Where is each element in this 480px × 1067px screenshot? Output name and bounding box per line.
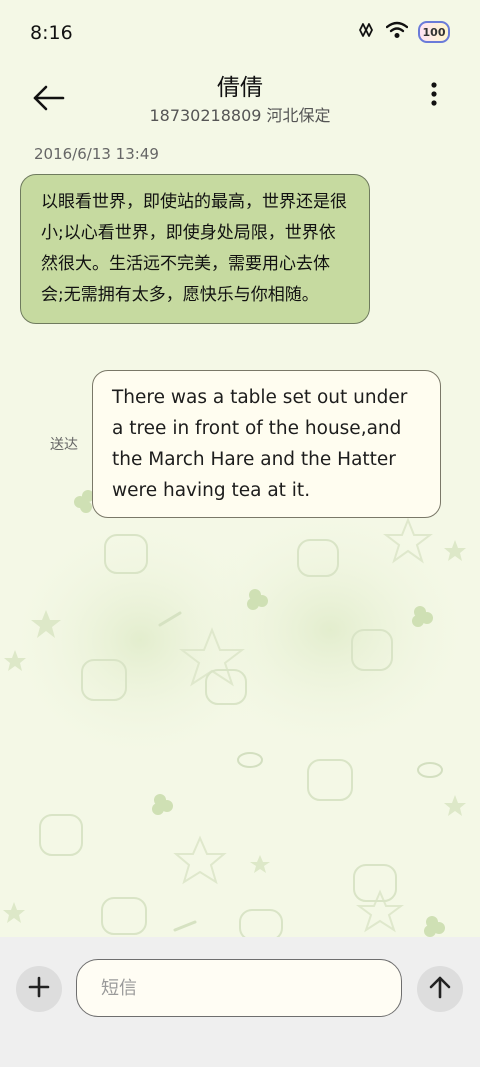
outgoing-message-bubble[interactable]: There was a table set out under a tree i…: [92, 370, 441, 518]
status-icons: 100: [356, 20, 450, 44]
more-vertical-icon[interactable]: [424, 80, 444, 114]
plus-icon: [27, 975, 51, 1003]
send-arrow-up-icon: [427, 974, 453, 1004]
composer-bar: [0, 937, 480, 1067]
sms-input[interactable]: [76, 959, 402, 1017]
add-attachment-button[interactable]: [16, 966, 62, 1012]
send-button[interactable]: [417, 966, 463, 1012]
delivery-status: 送达: [50, 437, 78, 453]
incoming-message-bubble[interactable]: 以眼看世界，即使站的最高，世界还是很小;以心看世界，即使身处局限，世界依然很大。…: [20, 174, 370, 324]
nfc-icon: [356, 20, 376, 44]
contact-detail: 18730218809 河北保定: [149, 106, 331, 125]
battery-icon: 100: [418, 21, 450, 43]
wifi-icon: [385, 21, 409, 43]
status-bar: 8:16 100: [0, 0, 480, 66]
contact-name: 倩倩: [217, 75, 263, 101]
status-time: 8:16: [30, 22, 73, 44]
message-timestamp: 2016/6/13 13:49: [34, 145, 159, 163]
conversation-header: 倩倩 18730218809 河北保定: [0, 66, 480, 136]
